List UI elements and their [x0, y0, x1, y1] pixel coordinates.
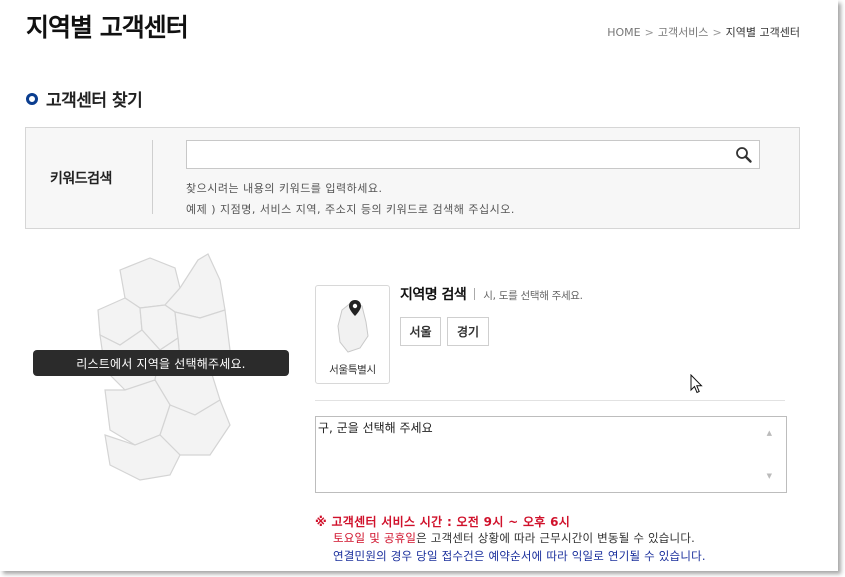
- mouse-cursor-icon: [690, 374, 703, 394]
- holiday-notice-text: 은 고객센터 상황에 따라 근무시간이 변동될 수 있습니다.: [416, 531, 695, 545]
- district-list-placeholder: 구, 군을 선택해 주세요: [318, 421, 433, 435]
- keyword-search-panel: 키워드검색 찾으시려는 내용의 키워드를 입력하세요. 예제 ) 지점명, 서비…: [25, 127, 800, 229]
- region-search-header: 지역명 검색 시, 도를 선택해 주세요.: [400, 284, 583, 304]
- service-hours-notice: ※ 고객센터 서비스 시간 : 오전 9시 ~ 오후 6시: [315, 515, 571, 529]
- region-button-gyeonggi[interactable]: 경기: [447, 317, 489, 346]
- section-heading: 고객센터 찾기: [26, 86, 143, 111]
- keyword-search-label: 키워드검색: [50, 171, 112, 187]
- search-example: 예제 ) 지점명, 서비스 지역, 주소지 등의 키워드로 검색해 주십시오.: [186, 203, 515, 216]
- divider: [315, 400, 785, 401]
- region-search-title: 지역명 검색: [400, 287, 467, 303]
- postpone-notice: 연결민원의 경우 당일 접수건은 예약순서에 따라 익일로 연기될 수 있습니다…: [333, 549, 706, 563]
- region-card-caption: 서울특별시: [329, 364, 376, 376]
- page-title: 지역별 고객센터: [26, 13, 189, 42]
- circle-bullet-icon: [26, 92, 38, 105]
- divider: [474, 288, 476, 300]
- search-icon[interactable]: [735, 146, 753, 164]
- breadcrumb: HOME > 고객서비스 > 지역별 고객센터: [607, 24, 800, 40]
- breadcrumb-current: 지역별 고객센터: [725, 26, 800, 39]
- region-button-seoul[interactable]: 서울: [400, 317, 441, 346]
- scroll-down-icon[interactable]: ▼: [767, 472, 772, 480]
- section-title: 고객센터 찾기: [46, 91, 143, 111]
- divider: [152, 140, 153, 214]
- search-input[interactable]: [187, 141, 727, 168]
- holiday-notice-highlight: 토요일 및 공휴일: [333, 531, 417, 545]
- search-field: [186, 140, 760, 169]
- breadcrumb-customer-service[interactable]: 고객서비스: [658, 24, 709, 40]
- mini-korea-map-icon: [337, 300, 369, 353]
- chevron-right-icon: >: [712, 25, 722, 39]
- scroll-up-icon[interactable]: ▲: [767, 429, 772, 437]
- search-hint: 찾으시려는 내용의 키워드를 입력하세요.: [186, 182, 383, 195]
- district-list[interactable]: 구, 군을 선택해 주세요 ▲ ▼: [315, 416, 787, 493]
- page-frame: 지역별 고객센터 HOME > 고객서비스 > 지역별 고객센터 고객센터 찾기…: [0, 0, 838, 571]
- region-search-subtitle: 시, 도를 선택해 주세요.: [483, 290, 583, 302]
- holiday-notice: 토요일 및 공휴일은 고객센터 상황에 따라 근무시간이 변동될 수 있습니다.: [333, 530, 695, 546]
- chevron-right-icon: >: [644, 25, 654, 39]
- map-tooltip: 리스트에서 지역을 선택해주세요.: [33, 350, 289, 376]
- selected-region-card: 서울특별시: [315, 285, 390, 384]
- breadcrumb-home[interactable]: HOME: [607, 26, 640, 39]
